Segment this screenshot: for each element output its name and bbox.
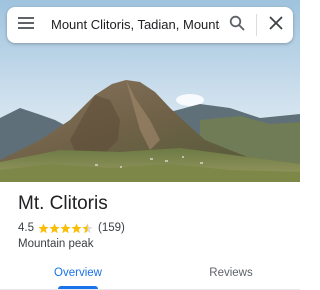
- close-icon: [269, 16, 283, 35]
- menu-icon: [18, 16, 36, 35]
- rating-value: 4.5: [18, 222, 34, 234]
- star-rating: [38, 222, 94, 234]
- close-button[interactable]: [259, 7, 293, 43]
- star-icon: [49, 222, 60, 233]
- star-icon: [60, 222, 71, 233]
- menu-button[interactable]: [9, 7, 45, 43]
- star-icon: [38, 222, 49, 233]
- place-info: Mt. Clitoris 4.5 (159) Mountain peak: [18, 192, 288, 250]
- rating-row[interactable]: 4.5 (159): [18, 222, 288, 234]
- star-icon: [71, 222, 82, 233]
- search-icon: [229, 15, 245, 36]
- place-title: Mt. Clitoris: [18, 193, 108, 214]
- search-input[interactable]: Mount Clitoris, Tadian, Mountain Provinc…: [45, 7, 220, 43]
- search-bar[interactable]: Mount Clitoris, Tadian, Mountain Provinc…: [7, 7, 293, 43]
- search-divider: [256, 14, 257, 36]
- star-icons: [38, 222, 93, 233]
- place-tabs: Overview Reviews: [0, 258, 300, 290]
- search-button[interactable]: [220, 7, 254, 43]
- review-count[interactable]: (159): [98, 222, 125, 234]
- tab-reviews[interactable]: Reviews: [170, 258, 292, 287]
- tab-overview[interactable]: Overview: [20, 258, 136, 287]
- place-type: Mountain peak: [18, 238, 94, 250]
